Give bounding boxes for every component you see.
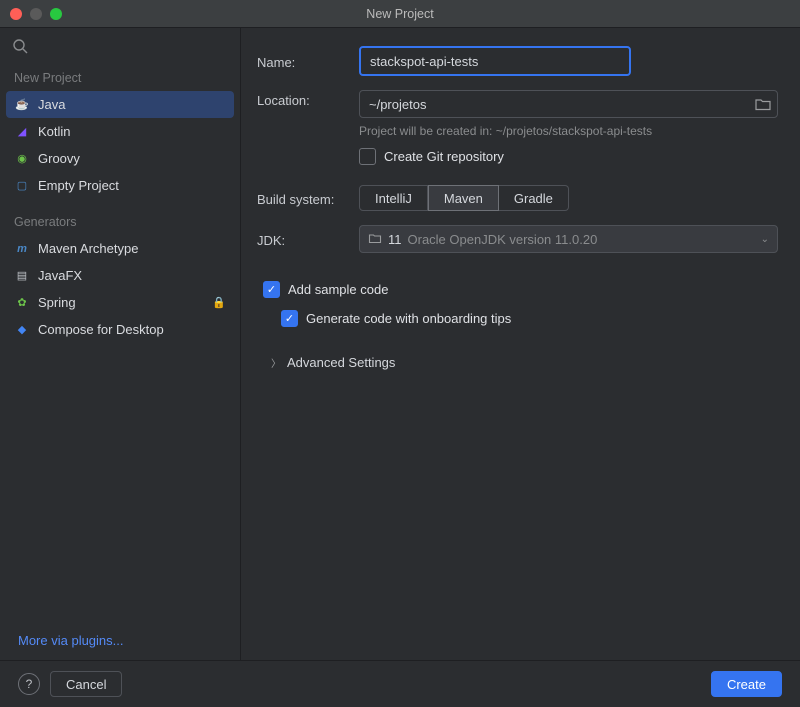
advanced-settings-label: Advanced Settings: [287, 355, 395, 370]
jdk-description: Oracle OpenJDK version 11.0.20: [408, 232, 598, 247]
sidebar-item-maven-archetype[interactable]: m Maven Archetype: [6, 235, 234, 262]
lock-icon: 🔒: [212, 296, 226, 309]
java-icon: ☕: [14, 97, 30, 113]
onboarding-tips-label: Generate code with onboarding tips: [306, 311, 511, 326]
jdk-label: JDK:: [257, 230, 353, 248]
empty-icon: ▢: [14, 178, 30, 194]
build-system-segmented: IntelliJ Maven Gradle: [359, 185, 778, 211]
section-title-generators: Generators: [0, 209, 240, 235]
form-panel: Name: Location: Project will be created …: [241, 28, 800, 660]
sidebar-item-empty-project[interactable]: ▢ Empty Project: [6, 172, 234, 199]
sample-code-label: Add sample code: [288, 282, 388, 297]
javafx-icon: ▤: [14, 268, 30, 284]
advanced-settings-toggle[interactable]: 〉 Advanced Settings: [271, 355, 778, 370]
sidebar-item-label: Maven Archetype: [38, 241, 138, 256]
compose-icon: ◆: [14, 322, 30, 338]
name-label: Name:: [257, 52, 353, 70]
sidebar-item-label: Compose for Desktop: [38, 322, 164, 337]
sidebar-item-label: Spring: [38, 295, 76, 310]
kotlin-icon: ◢: [14, 124, 30, 140]
sidebar: New Project ☕ Java ◢ Kotlin ◉ Groovy ▢ E…: [0, 28, 241, 660]
git-checkbox-label: Create Git repository: [384, 149, 504, 164]
window-title: New Project: [0, 7, 800, 21]
chevron-right-icon: 〉: [271, 355, 281, 370]
more-via-plugins-link[interactable]: More via plugins...: [18, 633, 240, 648]
search-row[interactable]: [0, 34, 240, 65]
sample-code-checkbox[interactable]: ✓: [263, 281, 280, 298]
footer: ? Cancel Create: [0, 660, 800, 707]
location-input[interactable]: [359, 90, 778, 118]
location-label: Location:: [257, 90, 353, 108]
folder-icon: [368, 231, 382, 248]
maven-icon: m: [14, 241, 30, 257]
groovy-icon: ◉: [14, 151, 30, 167]
jdk-version: 11: [388, 232, 402, 247]
titlebar: New Project: [0, 0, 800, 28]
build-system-label: Build system:: [257, 189, 353, 207]
build-option-intellij[interactable]: IntelliJ: [359, 185, 428, 211]
browse-folder-icon[interactable]: [754, 95, 772, 113]
sidebar-item-label: JavaFX: [38, 268, 82, 283]
sidebar-item-label: Empty Project: [38, 178, 119, 193]
chevron-down-icon: ⌄: [761, 234, 769, 245]
create-button[interactable]: Create: [711, 671, 782, 697]
sidebar-item-label: Kotlin: [38, 124, 71, 139]
build-option-gradle[interactable]: Gradle: [499, 185, 569, 211]
spring-icon: ✿: [14, 295, 30, 311]
sidebar-item-kotlin[interactable]: ◢ Kotlin: [6, 118, 234, 145]
section-title-new-project: New Project: [0, 65, 240, 91]
jdk-dropdown[interactable]: 11 Oracle OpenJDK version 11.0.20 ⌄: [359, 225, 778, 253]
sidebar-item-compose-desktop[interactable]: ◆ Compose for Desktop: [6, 316, 234, 343]
sidebar-item-label: Groovy: [38, 151, 80, 166]
sidebar-item-groovy[interactable]: ◉ Groovy: [6, 145, 234, 172]
search-icon: [12, 38, 28, 54]
sidebar-item-javafx[interactable]: ▤ JavaFX: [6, 262, 234, 289]
name-input[interactable]: [359, 46, 631, 76]
sidebar-item-label: Java: [38, 97, 65, 112]
build-option-maven[interactable]: Maven: [428, 185, 499, 211]
help-button[interactable]: ?: [18, 673, 40, 695]
onboarding-tips-checkbox[interactable]: ✓: [281, 310, 298, 327]
location-hint: Project will be created in: ~/projetos/s…: [359, 124, 778, 138]
cancel-button[interactable]: Cancel: [50, 671, 122, 697]
sidebar-item-spring[interactable]: ✿ Spring 🔒: [6, 289, 234, 316]
git-checkbox[interactable]: [359, 148, 376, 165]
sidebar-item-java[interactable]: ☕ Java: [6, 91, 234, 118]
